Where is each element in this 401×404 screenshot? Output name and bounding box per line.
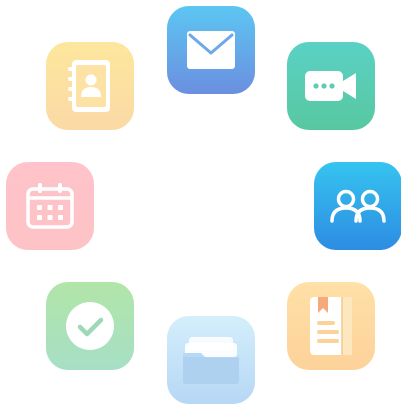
checkmark-icon	[66, 302, 114, 350]
folder-icon	[183, 337, 239, 384]
calendar-app-icon[interactable]	[6, 162, 94, 250]
calendar-icon	[26, 183, 74, 229]
contacts-app-icon[interactable]	[46, 42, 134, 130]
notes-app-icon[interactable]	[287, 282, 375, 370]
mail-app-icon[interactable]	[167, 6, 255, 94]
tasks-app-icon[interactable]	[46, 282, 134, 370]
envelope-icon	[187, 31, 235, 69]
people-icon	[330, 189, 386, 223]
address-book-icon	[68, 60, 110, 112]
files-app-icon[interactable]	[167, 316, 255, 404]
video-call-app-icon[interactable]	[287, 42, 375, 130]
group-app-icon[interactable]	[314, 162, 401, 250]
notebook-icon	[310, 297, 352, 355]
video-call-icon	[305, 71, 356, 101]
